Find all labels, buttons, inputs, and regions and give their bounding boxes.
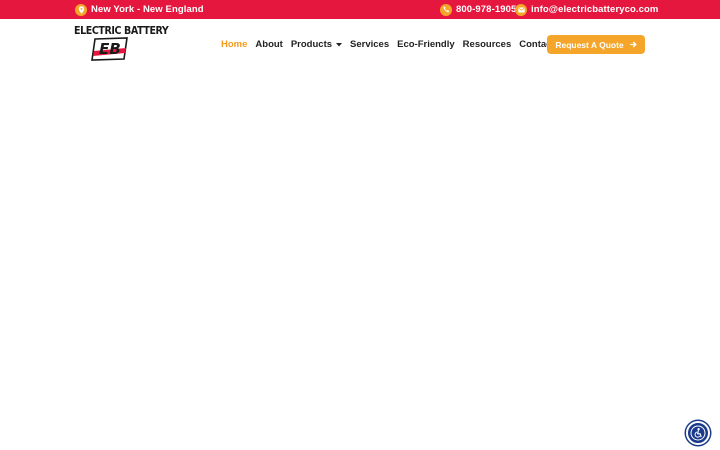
phone-icon bbox=[440, 3, 452, 16]
main-navigation: Home About Products Services Eco-Friendl… bbox=[221, 19, 563, 69]
nav-about[interactable]: About bbox=[255, 39, 282, 50]
caret-down-icon bbox=[336, 39, 343, 50]
request-quote-label: Request A Quote bbox=[555, 39, 624, 50]
nav-eco-friendly[interactable]: Eco-Friendly bbox=[397, 39, 455, 50]
email-link[interactable]: info@electricbatteryco.com bbox=[515, 0, 658, 19]
logo-monogram: EB bbox=[99, 40, 121, 58]
phone-link[interactable]: 800-978-1905 bbox=[440, 0, 516, 19]
location-info: New York - New England bbox=[75, 0, 204, 19]
page-content bbox=[0, 69, 720, 450]
site-header: ELECTRIC BATTERY EB Home About Products … bbox=[0, 19, 720, 69]
phone-text[interactable]: 800-978-1905 bbox=[456, 4, 516, 15]
nav-home[interactable]: Home bbox=[221, 39, 247, 50]
logo-monogram-icon: EB bbox=[91, 37, 128, 61]
arrow-right-icon bbox=[629, 40, 637, 50]
top-bar: New York - New England 800-978-1905 info… bbox=[0, 0, 720, 19]
site-logo[interactable]: ELECTRIC BATTERY EB bbox=[74, 25, 169, 63]
nav-services[interactable]: Services bbox=[350, 39, 389, 50]
request-quote-button[interactable]: Request A Quote bbox=[547, 35, 645, 54]
email-text[interactable]: info@electricbatteryco.com bbox=[531, 4, 658, 15]
nav-products[interactable]: Products bbox=[290, 38, 343, 50]
accessibility-button[interactable] bbox=[686, 421, 710, 445]
nav-resources[interactable]: Resources bbox=[463, 39, 512, 50]
accessibility-icon bbox=[690, 425, 706, 441]
envelope-icon bbox=[515, 3, 527, 16]
map-pin-icon bbox=[75, 3, 87, 16]
location-text: New York - New England bbox=[91, 4, 204, 15]
nav-products-label: Products bbox=[290, 38, 333, 50]
